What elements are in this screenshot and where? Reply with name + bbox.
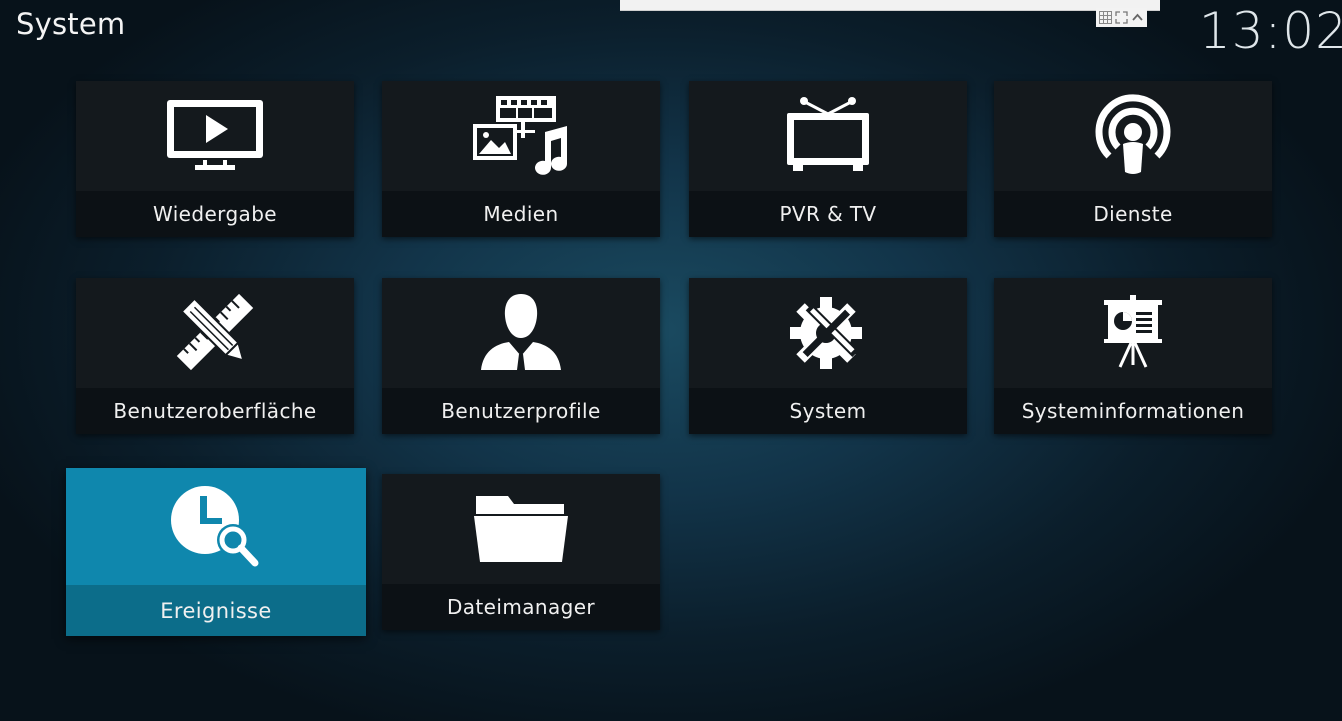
pencil-ruler-icon <box>175 292 255 372</box>
tile-dateimanager[interactable]: Dateimanager <box>382 474 660 630</box>
tile-label: System <box>789 399 867 423</box>
presentation-icon <box>1102 295 1164 369</box>
tv-play-icon <box>165 98 265 172</box>
clock: 13:02 <box>1198 2 1342 60</box>
overlay-window-strip <box>620 0 1160 11</box>
tile-system[interactable]: System <box>689 278 967 434</box>
tile-pvr-tv[interactable]: PVR & TV <box>689 81 967 237</box>
user-profile-icon <box>479 292 563 372</box>
mini-toolbar <box>1096 8 1147 27</box>
tile-systeminformationen[interactable]: Systeminformationen <box>994 278 1272 434</box>
tile-label: Systeminformationen <box>1021 399 1245 423</box>
tile-label: Ereignisse <box>160 598 272 623</box>
tile-label: Benutzerprofile <box>441 399 601 423</box>
media-icon <box>471 94 571 176</box>
folder-icon <box>472 492 570 564</box>
tile-medien[interactable]: Medien <box>382 81 660 237</box>
tile-label: Dateimanager <box>446 595 596 619</box>
grid-icon[interactable] <box>1099 11 1113 24</box>
chevron-up-icon[interactable] <box>1131 11 1144 24</box>
broadcast-icon <box>1095 94 1171 176</box>
tile-label: Medien <box>483 202 559 226</box>
gear-tools-icon <box>786 291 870 373</box>
fullscreen-icon[interactable] <box>1115 11 1128 24</box>
tile-benutzeroberflaeche[interactable]: Benutzeroberfläche <box>76 278 354 434</box>
tile-label: Benutzeroberfläche <box>113 399 317 423</box>
tile-label: Dienste <box>1093 202 1173 226</box>
tile-label: Wiedergabe <box>152 202 278 226</box>
page-title: System <box>16 7 126 41</box>
tile-wiedergabe[interactable]: Wiedergabe <box>76 81 354 237</box>
tile-ereignisse[interactable]: Ereignisse <box>66 468 366 636</box>
tile-label: PVR & TV <box>779 202 877 226</box>
tile-benutzerprofile[interactable]: Benutzerprofile <box>382 278 660 434</box>
clock-search-icon <box>169 484 263 570</box>
tv-antenna-icon <box>785 96 871 174</box>
tile-dienste[interactable]: Dienste <box>994 81 1272 237</box>
